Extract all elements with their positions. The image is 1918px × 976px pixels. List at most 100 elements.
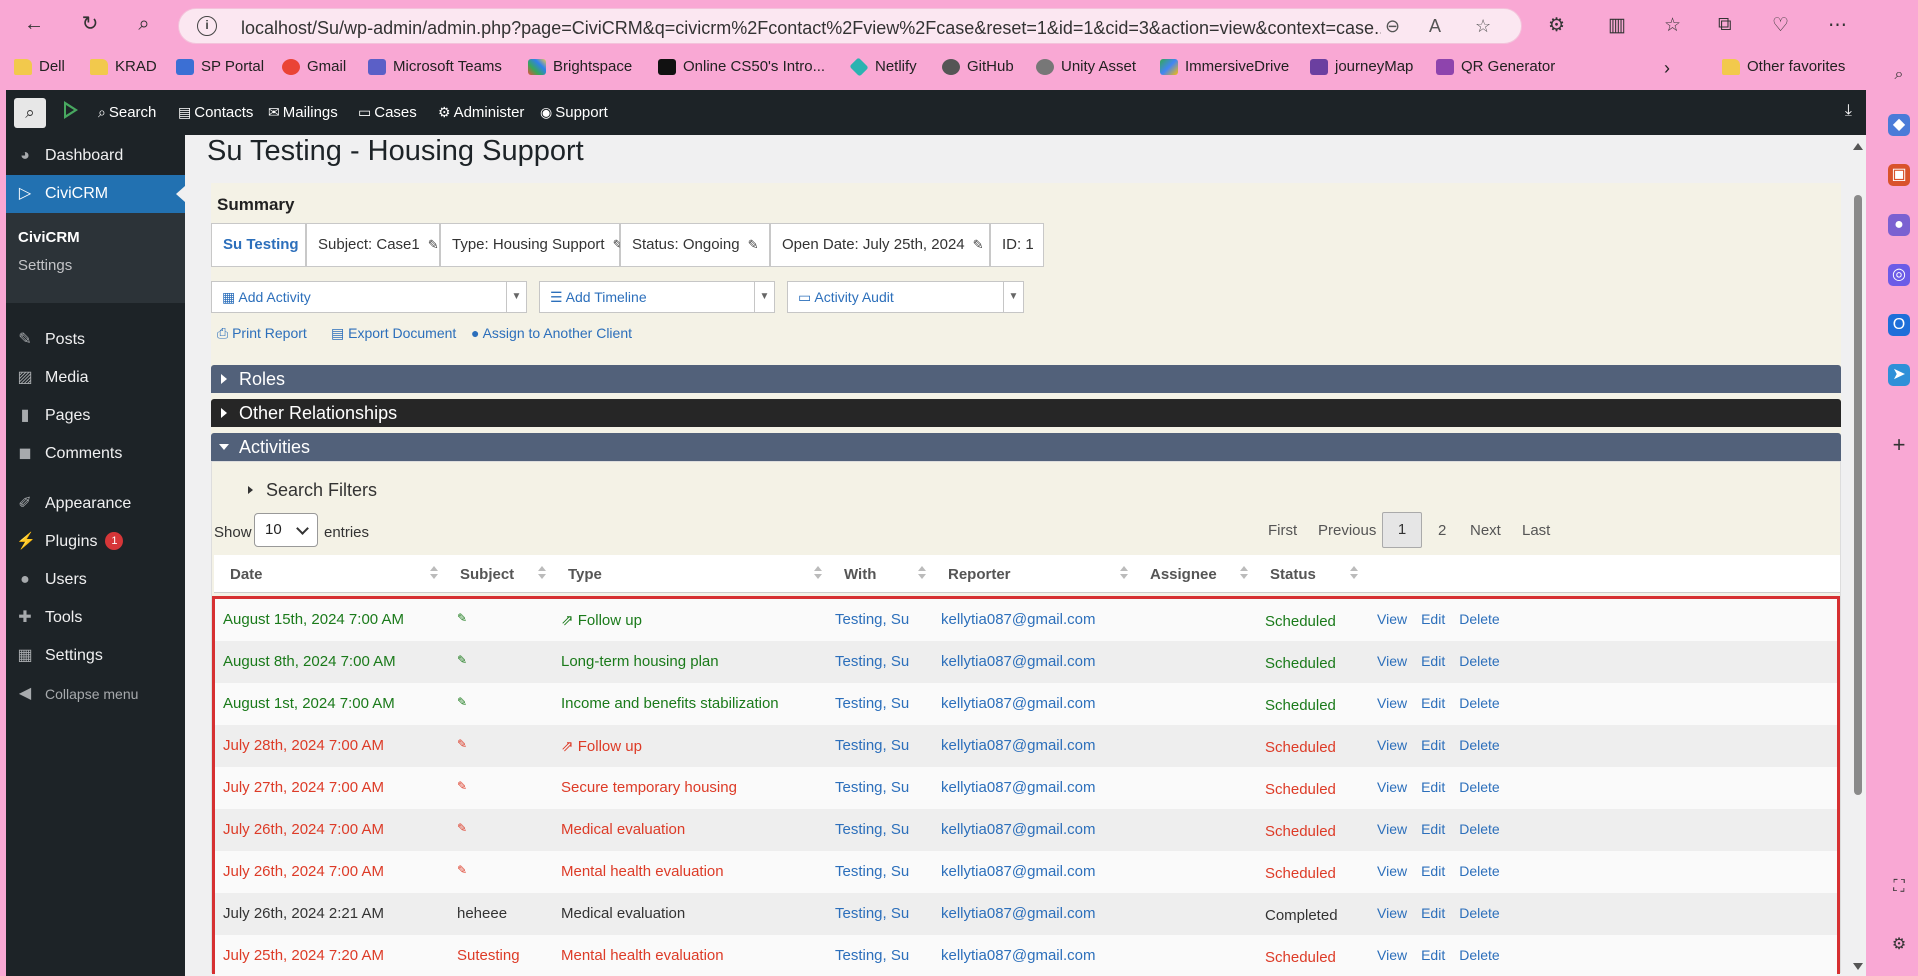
sidebar-collapse-menu[interactable]: ◀ Collapse menu [6,675,185,713]
bookmark-krad[interactable]: KRAD [90,58,157,75]
favorites-icon[interactable]: ☆ [1664,14,1681,37]
bookmark-qr-generator[interactable]: QR Generator [1436,58,1555,75]
roles-accordion[interactable]: Roles [211,365,1841,393]
delete-link[interactable]: Delete [1459,653,1499,669]
activity-audit-select[interactable]: ▭ Activity Audit ▼ [787,281,1024,313]
send-icon[interactable]: ➤ [1888,364,1910,386]
view-link[interactable]: View [1377,611,1407,627]
edit-link[interactable]: Edit [1421,905,1445,921]
bookmark-cs50[interactable]: Online CS50's Intro... [658,58,825,75]
search-filters-toggle[interactable]: Search Filters [246,480,377,501]
view-link[interactable]: View [1377,779,1407,795]
row-type[interactable]: Mental health evaluation [561,947,724,964]
other-relationships-accordion[interactable]: Other Relationships [211,399,1841,427]
civicrm-logo-icon[interactable] [64,101,78,119]
collections-icon[interactable]: ⧉ [1718,14,1732,36]
site-info-icon[interactable]: i [197,16,217,36]
edit-link[interactable]: Edit [1421,653,1445,669]
sidebar-item-tools[interactable]: ✚ Tools [6,599,185,637]
screenshot-icon[interactable]: ⛶ [1888,876,1910,898]
pager-last[interactable]: Last [1522,522,1550,539]
menu-support[interactable]: ◉ Support [540,104,608,121]
row-reporter-link[interactable]: kellytia087@gmail.com [941,737,1095,754]
bookmark-immersivedrive[interactable]: ImmersiveDrive [1160,58,1289,75]
submenu-civicrm[interactable]: CiviCRM [18,229,80,246]
search-icon[interactable]: ⌕ [130,10,158,38]
bookmark-netlify[interactable]: Netlify [849,56,917,77]
row-reporter-link[interactable]: kellytia087@gmail.com [941,821,1095,838]
scroll-thumb[interactable] [1854,195,1862,795]
edit-link[interactable]: Edit [1421,821,1445,837]
case-open-date-chip[interactable]: Open Date: July 25th, 2024 ✎ [770,223,990,267]
add-activity-select[interactable]: ▦ Add Activity ▼ [211,281,527,313]
pager-previous[interactable]: Previous [1318,522,1376,539]
view-link[interactable]: View [1377,695,1407,711]
bookmark-brightspace[interactable]: Brightspace [528,58,632,75]
delete-link[interactable]: Delete [1459,947,1499,963]
people-icon[interactable]: ● [1888,214,1910,236]
view-link[interactable]: View [1377,653,1407,669]
row-with-link[interactable]: Testing, Su [835,863,909,880]
activities-accordion[interactable]: Activities [211,433,1841,461]
browser-essentials-icon[interactable]: ♡ [1772,14,1789,37]
print-report-link[interactable]: ⎙ Print Report [217,325,307,342]
tools-icon[interactable]: ▣ [1888,164,1910,186]
pencil-icon[interactable]: ✎ [457,863,467,877]
sidebar-item-users[interactable]: ● Users [6,561,185,599]
view-link[interactable]: View [1377,947,1407,963]
row-with-link[interactable]: Testing, Su [835,653,909,670]
case-status-chip[interactable]: Status: Ongoing ✎ [620,223,770,267]
refresh-icon[interactable]: ↻ [76,10,104,38]
row-type[interactable]: Medical evaluation [561,821,685,838]
delete-link[interactable]: Delete [1459,821,1499,837]
outlook-icon[interactable]: O [1888,314,1910,336]
row-type[interactable]: Mental health evaluation [561,863,724,880]
pencil-icon[interactable]: ✎ [457,611,467,625]
case-type-chip[interactable]: Type: Housing Support ✎ [440,223,624,267]
view-link[interactable]: View [1377,863,1407,879]
menu-search[interactable]: ⌕ Search [98,104,156,121]
menu-cases[interactable]: ▭ Cases [358,104,417,121]
sidebar-item-posts[interactable]: ✎ Posts [6,321,185,359]
view-link[interactable]: View [1377,821,1407,837]
delete-link[interactable]: Delete [1459,611,1499,627]
sidebar-item-dashboard[interactable]: ◕ Dashboard [6,137,185,175]
favorite-star-icon[interactable]: ☆ [1475,16,1491,37]
row-with-link[interactable]: Testing, Su [835,821,909,838]
row-type[interactable]: ⇗ Follow up [561,737,642,755]
address-url[interactable]: localhost/Su/wp-admin/admin.php?page=Civ… [241,18,1381,39]
row-with-link[interactable]: Testing, Su [835,905,909,922]
bookmark-sp-portal[interactable]: SP Portal [176,58,264,75]
edit-link[interactable]: Edit [1421,611,1445,627]
header-status[interactable]: Status [1270,566,1316,583]
pencil-icon[interactable]: ✎ [457,653,467,667]
pager-page-1[interactable]: 1 [1382,512,1422,548]
export-document-link[interactable]: ▤ Export Document [331,325,456,342]
read-aloud-icon[interactable]: A [1429,16,1441,37]
pencil-icon[interactable]: ✎ [748,237,759,252]
assign-client-link[interactable]: ● Assign to Another Client [471,325,632,341]
case-subject-chip[interactable]: Subject: Case1 ✎ [306,223,440,267]
row-with-link[interactable]: Testing, Su [835,695,909,712]
pencil-icon[interactable]: ✎ [457,695,467,709]
view-link[interactable]: View [1377,737,1407,753]
edit-link[interactable]: Edit [1421,863,1445,879]
row-type[interactable]: ⇗ Follow up [561,611,642,629]
bookmark-journeymap[interactable]: journeyMap [1310,58,1413,75]
header-date[interactable]: Date [230,566,263,583]
entries-per-page-select[interactable]: 10 [254,513,318,547]
view-link[interactable]: View [1377,905,1407,921]
scroll-up-icon[interactable] [1853,143,1863,150]
row-reporter-link[interactable]: kellytia087@gmail.com [941,947,1095,964]
row-with-link[interactable]: Testing, Su [835,611,909,628]
row-with-link[interactable]: Testing, Su [835,737,909,754]
row-reporter-link[interactable]: kellytia087@gmail.com [941,863,1095,880]
sidebar-item-comments[interactable]: ◼ Comments [6,435,185,473]
split-screen-icon[interactable]: ▥ [1608,14,1626,37]
back-icon[interactable]: ← [20,10,48,38]
row-reporter-link[interactable]: kellytia087@gmail.com [941,779,1095,796]
row-type[interactable]: Secure temporary housing [561,779,737,796]
sidebar-item-pages[interactable]: ▮ Pages [6,397,185,435]
header-assignee[interactable]: Assignee [1150,566,1217,583]
header-with[interactable]: With [844,566,876,583]
